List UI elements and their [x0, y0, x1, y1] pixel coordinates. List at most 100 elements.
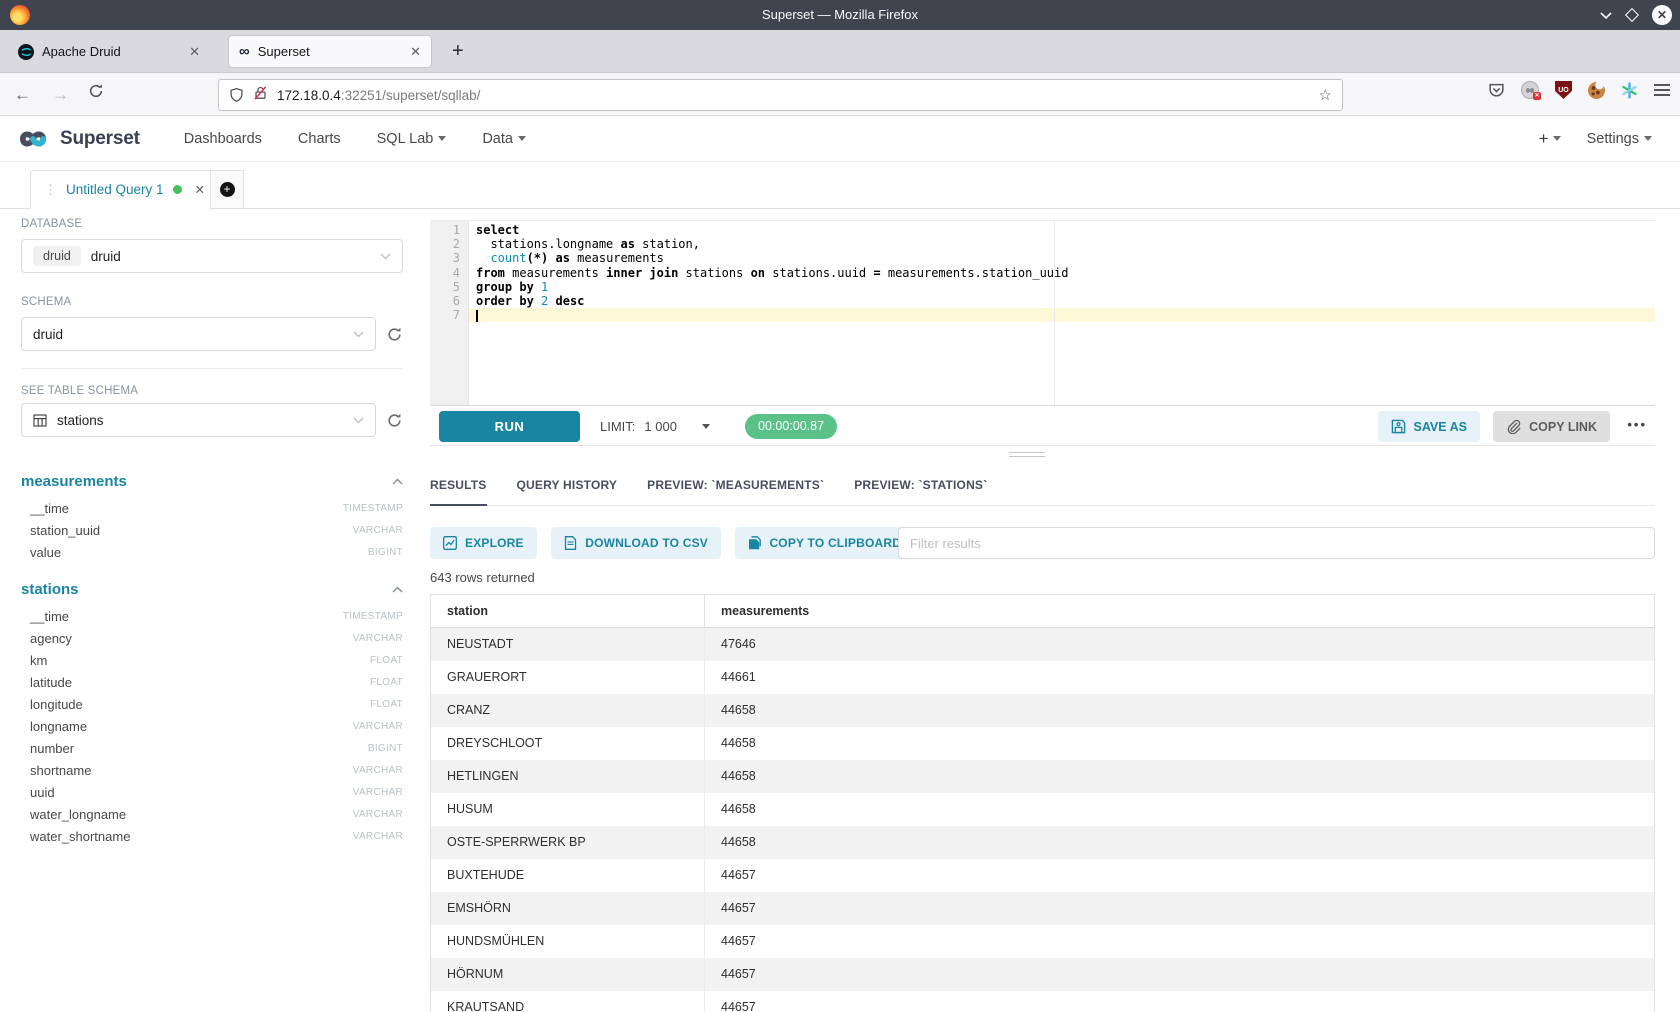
- refresh-table-icon[interactable]: [386, 412, 403, 429]
- table-select[interactable]: stations: [21, 403, 376, 437]
- browser-tab-apache-druid[interactable]: Apache Druid ✕: [8, 35, 210, 68]
- copy-link-button[interactable]: COPY LINK: [1493, 411, 1610, 442]
- cookie-extension-icon[interactable]: [1588, 82, 1605, 99]
- tab-results[interactable]: RESULTS: [430, 470, 487, 506]
- column-name: shortname: [30, 763, 91, 778]
- cell-station: HUSUM: [431, 793, 705, 826]
- query-status-dot: [173, 185, 182, 194]
- chevron-down-icon: [702, 424, 710, 429]
- browser-tab-superset[interactable]: ∞ Superset ✕: [228, 35, 432, 68]
- limit-label: LIMIT:: [600, 419, 635, 434]
- tab-preview-measurements[interactable]: PREVIEW: `MEASUREMENTS`: [647, 470, 824, 506]
- table-value: stations: [57, 413, 104, 428]
- line-number: 4: [431, 266, 468, 280]
- results-table: station measurements NEUSTADT47646GRAUER…: [430, 594, 1655, 1012]
- query-tab-active[interactable]: ⋮ Untitled Query 1 ✕: [30, 170, 219, 209]
- cell-station: KRAUTSAND: [431, 991, 705, 1012]
- table-section-measurements[interactable]: measurements: [21, 470, 403, 492]
- window-maximize-icon[interactable]: [1625, 8, 1639, 22]
- column-row: uuidVARCHAR: [21, 781, 403, 803]
- cell-measurements: 44657: [705, 925, 756, 958]
- url-bar[interactable]: 172.18.0.4:32251/superset/sqllab/ ☆: [218, 79, 1343, 111]
- more-actions-button[interactable]: •••: [1627, 417, 1647, 432]
- cell-station: HUNDSMÜHLEN: [431, 925, 705, 958]
- limit-dropdown[interactable]: LIMIT: 1 000: [600, 411, 710, 442]
- tab-query-history[interactable]: QUERY HISTORY: [517, 470, 618, 506]
- cell-measurements: 47646: [705, 628, 756, 661]
- results-tabbar: RESULTS QUERY HISTORY PREVIEW: `MEASUREM…: [430, 470, 1655, 506]
- tracking-shield-icon[interactable]: [229, 87, 244, 103]
- column-row: agencyVARCHAR: [21, 627, 403, 649]
- line-number: 3: [431, 251, 468, 265]
- drag-handle-icon[interactable]: ⋮: [44, 182, 57, 198]
- code-line[interactable]: group by 1: [469, 280, 1655, 294]
- sql-editor[interactable]: 1234567 select stations.longname as stat…: [430, 220, 1655, 406]
- nav-data[interactable]: Data: [482, 131, 526, 147]
- pocket-icon[interactable]: [1488, 82, 1505, 99]
- copy-clipboard-button[interactable]: COPY TO CLIPBOARD: [735, 527, 914, 559]
- cell-station: HETLINGEN: [431, 760, 705, 793]
- asterisk-extension-icon[interactable]: [1621, 82, 1638, 99]
- column-name: __time: [30, 609, 69, 624]
- filter-results-input[interactable]: [898, 527, 1655, 559]
- menu-icon[interactable]: [1654, 84, 1670, 96]
- editor-lines[interactable]: select stations.longname as station, cou…: [469, 221, 1655, 405]
- save-as-button[interactable]: SAVE AS: [1378, 411, 1481, 442]
- code-line[interactable]: order by 2 desc: [469, 294, 1655, 308]
- table-row: HUSUM44658: [431, 793, 1654, 826]
- cell-station: CRANZ: [431, 694, 705, 727]
- bookmark-star-icon[interactable]: ☆: [1319, 86, 1332, 104]
- explore-button[interactable]: EXPLORE: [430, 527, 537, 559]
- column-row: __timeTIMESTAMP: [21, 605, 403, 627]
- ublock-origin-icon[interactable]: UO: [1555, 81, 1572, 99]
- reload-icon[interactable]: [88, 83, 104, 104]
- column-header-measurements[interactable]: measurements: [705, 595, 809, 627]
- chevron-down-icon: [438, 136, 446, 141]
- sqllab-sidebar: DATABASE druid druid SCHEMA druid SEE TA…: [21, 218, 403, 847]
- run-button[interactable]: RUN: [439, 411, 580, 442]
- cell-measurements: 44657: [705, 892, 756, 925]
- new-tab-button[interactable]: +: [452, 40, 464, 63]
- nav-charts[interactable]: Charts: [298, 131, 341, 147]
- forward-icon[interactable]: →: [52, 85, 69, 105]
- cell-station: BUXTEHUDE: [431, 859, 705, 892]
- nav-sql-lab[interactable]: SQL Lab: [377, 131, 447, 147]
- refresh-schema-icon[interactable]: [386, 326, 403, 343]
- code-line[interactable]: stations.longname as station,: [469, 237, 1655, 251]
- table-row: HETLINGEN44658: [431, 760, 1654, 793]
- code-line[interactable]: from measurements inner join stations on…: [469, 266, 1655, 280]
- column-row: longitudeFLOAT: [21, 693, 403, 715]
- tab-close-icon[interactable]: ✕: [410, 44, 421, 60]
- column-type: VARCHAR: [353, 765, 403, 776]
- nav-dashboards[interactable]: Dashboards: [184, 131, 262, 147]
- pane-resize-handle[interactable]: [1009, 452, 1045, 460]
- collapse-icon[interactable]: [392, 586, 403, 593]
- column-row: latitudeFLOAT: [21, 671, 403, 693]
- tab-close-icon[interactable]: ✕: [189, 44, 200, 60]
- schema-select[interactable]: druid: [21, 317, 376, 351]
- download-csv-button[interactable]: DOWNLOAD TO CSV: [551, 527, 721, 559]
- add-query-tab[interactable]: +: [210, 170, 244, 209]
- tab-preview-stations[interactable]: PREVIEW: `STATIONS`: [854, 470, 987, 506]
- tab-title: Apache Druid: [42, 44, 121, 59]
- collapse-icon[interactable]: [392, 478, 403, 485]
- column-type: FLOAT: [370, 677, 403, 688]
- database-select[interactable]: druid druid: [21, 239, 403, 273]
- column-name: longname: [30, 719, 87, 734]
- window-minimize-icon[interactable]: [1600, 11, 1612, 19]
- settings-menu[interactable]: Settings: [1587, 131, 1652, 147]
- query-tab-close-icon[interactable]: ✕: [195, 182, 205, 197]
- code-line[interactable]: count(*) as measurements: [469, 251, 1655, 265]
- code-line[interactable]: select: [469, 223, 1655, 237]
- table-section-stations[interactable]: stations: [21, 578, 403, 600]
- back-icon[interactable]: ←: [14, 85, 31, 105]
- proxy-extension-icon[interactable]: ✕: [1521, 81, 1539, 99]
- code-line[interactable]: [469, 308, 1655, 322]
- window-close-icon[interactable]: ✕: [1652, 5, 1672, 25]
- new-item-button[interactable]: +: [1539, 129, 1561, 149]
- column-header-station[interactable]: station: [431, 595, 705, 627]
- column-row: __timeTIMESTAMP: [21, 497, 403, 519]
- superset-brand[interactable]: Superset: [12, 125, 140, 153]
- insecure-lock-icon[interactable]: [253, 85, 268, 106]
- plus-icon: +: [220, 182, 235, 197]
